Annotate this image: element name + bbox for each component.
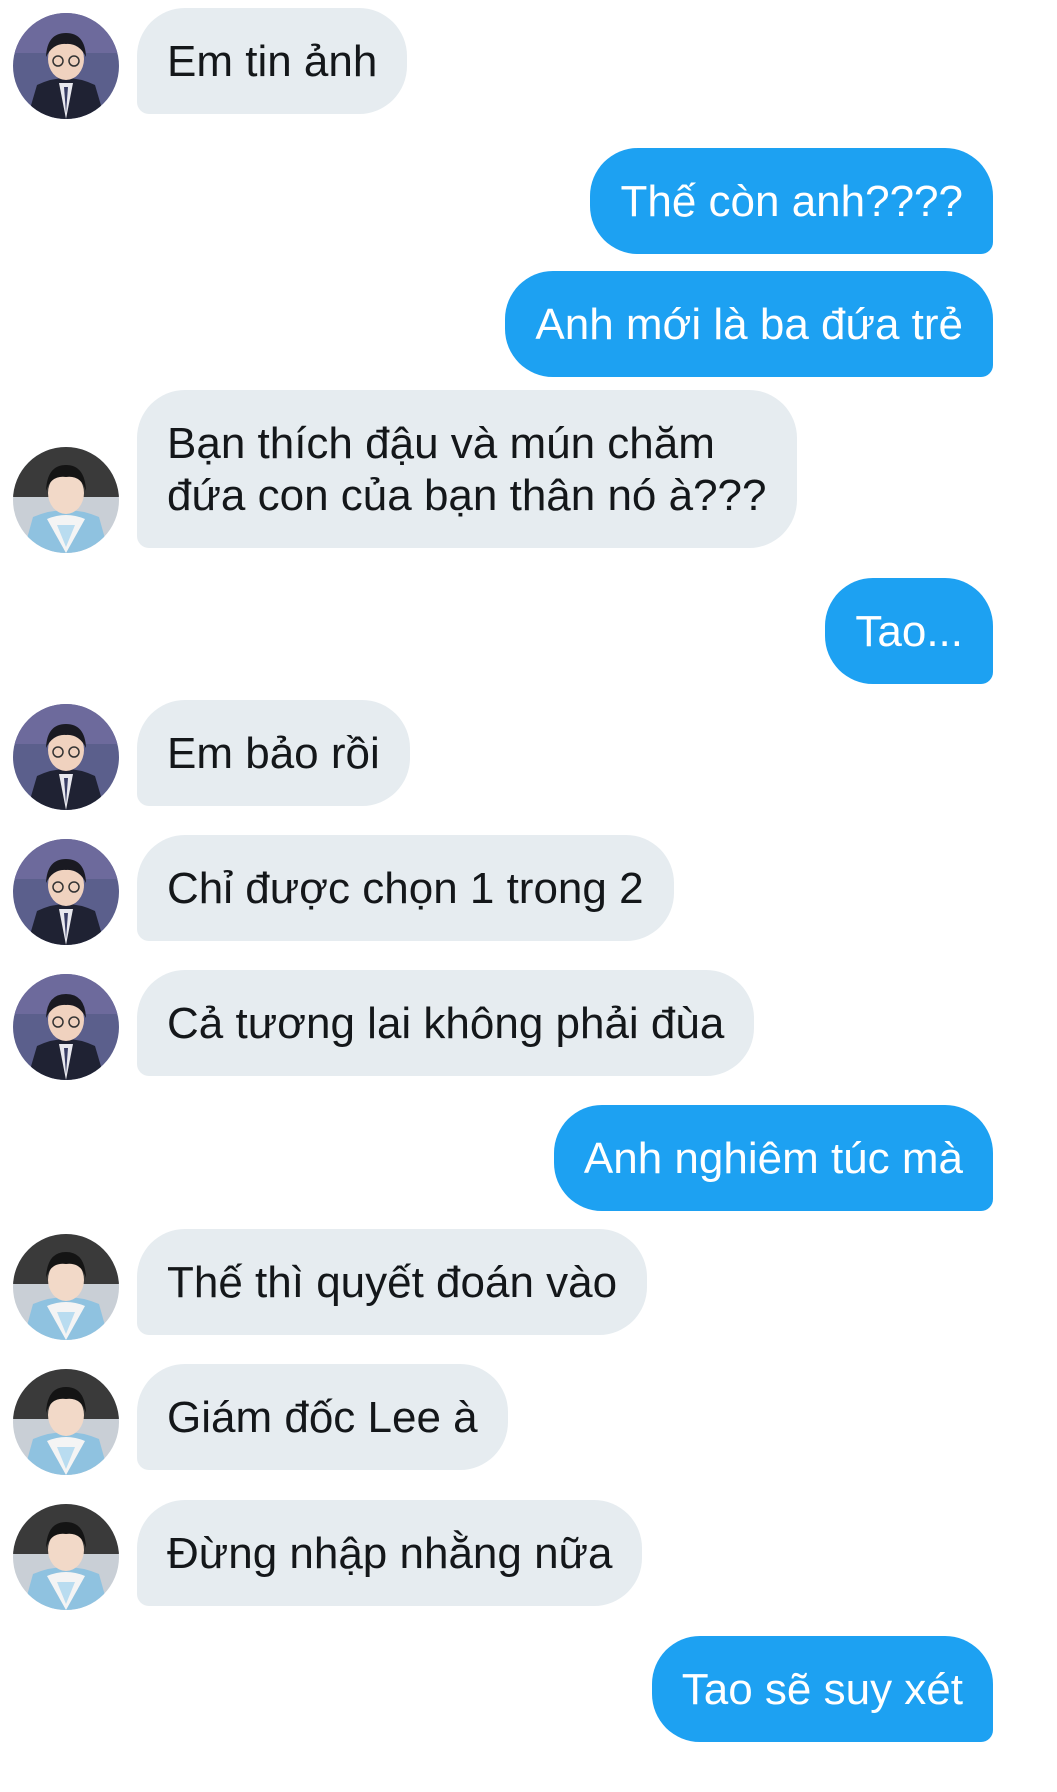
message-bubble[interactable]: Thế thì quyết đoán vào xyxy=(137,1229,648,1335)
avatar[interactable] xyxy=(13,1369,119,1475)
message-bubble[interactable]: Chỉ được chọn 1 trong 2 xyxy=(137,835,674,941)
avatar[interactable] xyxy=(13,839,119,945)
message-bubble[interactable]: Tao sẽ suy xét xyxy=(651,1636,993,1742)
message-bubble[interactable]: Anh mới là ba đứa trẻ xyxy=(505,271,993,377)
message-bubble[interactable]: Em tin ảnh xyxy=(137,8,408,114)
message-thread: Em tin ảnh Thế còn anh???? Anh mới là ba… xyxy=(0,0,1057,1792)
message-text: Giám đốc Lee à xyxy=(167,1393,478,1442)
message-bubble[interactable]: Em bảo rồi xyxy=(137,700,410,806)
message-text-line: đứa con của bạn thân nó à??? xyxy=(167,471,767,520)
avatar[interactable] xyxy=(13,1234,119,1340)
message-bubble[interactable]: Tao... xyxy=(825,578,993,684)
message-text: Tao sẽ suy xét xyxy=(681,1665,963,1714)
message-text-line: Bạn thích đậu và mún chăm xyxy=(167,419,715,468)
message-text: Tao... xyxy=(855,607,963,656)
message-bubble[interactable]: Cả tương lai không phải đùa xyxy=(137,970,755,1076)
avatar[interactable] xyxy=(13,447,119,553)
message-text: Cả tương lai không phải đùa xyxy=(167,999,725,1048)
message-text: Thế thì quyết đoán vào xyxy=(167,1258,618,1307)
avatar[interactable] xyxy=(13,974,119,1080)
message-bubble[interactable]: Thế còn anh???? xyxy=(590,148,993,254)
avatar[interactable] xyxy=(13,704,119,810)
message-text: Chỉ được chọn 1 trong 2 xyxy=(167,864,644,913)
message-text: Anh mới là ba đứa trẻ xyxy=(535,300,963,349)
avatar[interactable] xyxy=(13,1504,119,1610)
message-bubble[interactable]: Anh nghiêm túc mà xyxy=(553,1105,993,1211)
message-text: Em bảo rồi xyxy=(167,729,380,778)
message-bubble[interactable]: Đừng nhập nhằng nữa xyxy=(137,1500,643,1606)
avatar[interactable] xyxy=(13,13,119,119)
message-bubble[interactable]: Bạn thích đậu và mún chăm đứa con của bạ… xyxy=(137,390,797,548)
message-text: Em tin ảnh xyxy=(167,37,378,86)
message-text: Đừng nhập nhằng nữa xyxy=(167,1529,613,1578)
message-bubble[interactable]: Giám đốc Lee à xyxy=(137,1364,508,1470)
message-text: Anh nghiêm túc mà xyxy=(583,1134,963,1183)
message-text: Thế còn anh???? xyxy=(620,177,963,226)
